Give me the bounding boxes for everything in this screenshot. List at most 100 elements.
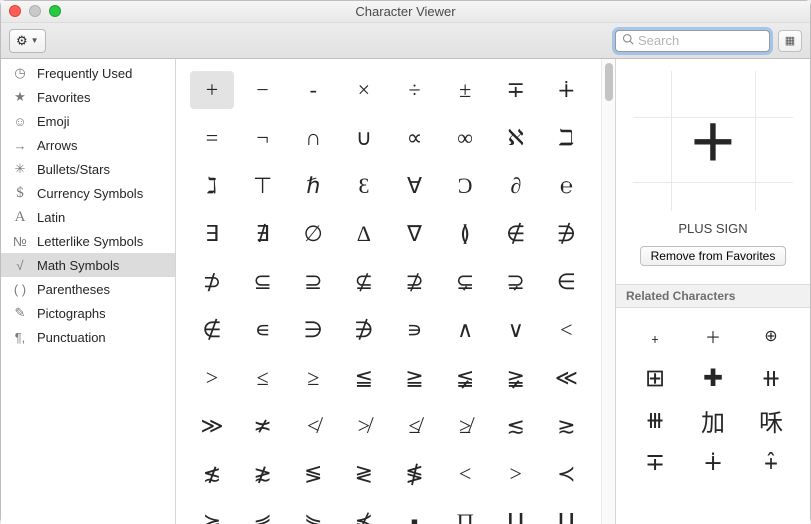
character-cell[interactable]: Ɛ [342, 167, 386, 205]
related-character-cell[interactable]: ⨣ [751, 444, 791, 480]
character-cell[interactable]: ≸ [393, 455, 437, 493]
character-cell[interactable]: ∩ [291, 119, 335, 157]
sidebar-item[interactable]: №Letterlike Symbols [1, 229, 175, 253]
character-cell[interactable]: ≱ [443, 407, 487, 445]
related-character-cell[interactable]: ∓ [635, 444, 675, 480]
remove-from-favorites-button[interactable]: Remove from Favorites [640, 246, 787, 266]
character-cell[interactable]: ∞ [443, 119, 487, 157]
sidebar-item[interactable]: →Arrows [1, 133, 175, 157]
character-cell[interactable]: ∅ [291, 215, 335, 253]
search-input[interactable] [638, 33, 763, 48]
character-cell[interactable]: ≥ [291, 359, 335, 397]
character-cell[interactable]: ∉ [494, 215, 538, 253]
toggle-view-button[interactable]: ▦ [778, 30, 802, 52]
related-character-cell[interactable]: 咊 [751, 402, 791, 438]
sidebar-item[interactable]: ( )Parentheses [1, 277, 175, 301]
related-character-cell[interactable]: ⧻ [635, 402, 675, 438]
character-cell[interactable]: ± [443, 71, 487, 109]
character-cell[interactable]: ≮ [291, 407, 335, 445]
character-cell[interactable]: ℷ [190, 167, 234, 205]
character-cell[interactable]: ⋟ [291, 503, 335, 524]
character-cell[interactable]: ≨ [443, 359, 487, 397]
character-cell[interactable]: ≤ [241, 359, 285, 397]
character-cell[interactable]: ∓ [494, 71, 538, 109]
related-character-cell[interactable]: ﹢ [635, 318, 675, 354]
character-cell[interactable]: ≭ [241, 407, 285, 445]
sidebar-item[interactable]: √Math Symbols [1, 253, 175, 277]
character-cell[interactable]: ⊤ [241, 167, 285, 205]
character-cell[interactable]: ⊉ [393, 263, 437, 301]
character-cell[interactable]: ∌ [544, 215, 588, 253]
character-cell[interactable]: ⊆ [241, 263, 285, 301]
character-cell[interactable]: ∐ [544, 503, 588, 524]
character-cell[interactable]: ⊊ [443, 263, 487, 301]
character-cell[interactable]: ¬ [241, 119, 285, 157]
character-cell[interactable]: ⋠ [342, 503, 386, 524]
character-cell[interactable]: ∔ [544, 71, 588, 109]
grid-scrollbar[interactable] [601, 59, 615, 524]
character-cell[interactable]: − [241, 71, 285, 109]
character-cell[interactable]: = [190, 119, 234, 157]
character-cell[interactable]: ∋ [291, 311, 335, 349]
related-character-cell[interactable]: ∔ [693, 444, 733, 480]
character-cell[interactable]: ⊈ [342, 263, 386, 301]
character-cell[interactable]: ≵ [241, 455, 285, 493]
character-cell[interactable]: ∄ [241, 215, 285, 253]
character-cell[interactable]: < [443, 455, 487, 493]
search-field[interactable] [615, 30, 770, 52]
character-cell[interactable]: ∀ [393, 167, 437, 205]
character-cell[interactable]: > [494, 455, 538, 493]
window-zoom-button[interactable] [49, 5, 61, 17]
character-cell[interactable]: ⋞ [241, 503, 285, 524]
character-cell[interactable]: ≩ [494, 359, 538, 397]
sidebar-item[interactable]: ◷Frequently Used [1, 61, 175, 85]
related-character-cell[interactable]: ✚ [693, 360, 733, 396]
character-cell[interactable]: ∏ [443, 503, 487, 524]
sidebar-item[interactable]: ALatin [1, 205, 175, 229]
character-cell[interactable]: < [544, 311, 588, 349]
related-character-cell[interactable]: ⊕ [751, 318, 791, 354]
sidebar-item[interactable]: $Currency Symbols [1, 181, 175, 205]
character-cell[interactable]: - [291, 71, 335, 109]
sidebar-item[interactable]: ☺Emoji [1, 109, 175, 133]
character-cell[interactable]: ∨ [494, 311, 538, 349]
character-cell[interactable]: ∇ [393, 215, 437, 253]
related-character-cell[interactable]: ＋ [693, 318, 733, 354]
character-cell[interactable]: ∃ [190, 215, 234, 253]
character-cell[interactable]: ⊇ [291, 263, 335, 301]
character-cell[interactable]: ≶ [291, 455, 335, 493]
character-cell[interactable]: ≦ [342, 359, 386, 397]
character-cell[interactable]: ≬ [443, 215, 487, 253]
character-cell[interactable]: ∍ [393, 311, 437, 349]
character-cell[interactable]: ⊅ [190, 263, 234, 301]
sidebar-item[interactable]: ✎Pictographs [1, 301, 175, 325]
character-cell[interactable]: ≫ [190, 407, 234, 445]
character-cell[interactable]: ∈ [544, 263, 588, 301]
character-cell[interactable]: × [342, 71, 386, 109]
window-minimize-button[interactable] [29, 5, 41, 17]
character-cell[interactable]: ≷ [342, 455, 386, 493]
window-close-button[interactable] [9, 5, 21, 17]
character-cell[interactable]: ≰ [393, 407, 437, 445]
character-cell[interactable]: Ɔ [443, 167, 487, 205]
character-cell[interactable]: ℮ [544, 167, 588, 205]
character-cell[interactable]: ℶ [544, 119, 588, 157]
character-cell[interactable]: ∝ [393, 119, 437, 157]
character-cell[interactable]: ≴ [190, 455, 234, 493]
character-cell[interactable]: ∂ [494, 167, 538, 205]
character-cell[interactable]: ≪ [544, 359, 588, 397]
character-cell[interactable]: ∉ [190, 311, 234, 349]
character-cell[interactable]: ∌ [342, 311, 386, 349]
character-cell[interactable]: ▪ [393, 503, 437, 524]
character-cell[interactable]: ≯ [342, 407, 386, 445]
character-cell[interactable]: ÷ [393, 71, 437, 109]
sidebar-item[interactable]: ★Favorites [1, 85, 175, 109]
character-cell[interactable]: ≲ [494, 407, 538, 445]
character-cell[interactable]: ⊋ [494, 263, 538, 301]
character-cell[interactable]: ∊ [241, 311, 285, 349]
scrollbar-thumb[interactable] [605, 63, 613, 101]
character-cell[interactable]: ∪ [342, 119, 386, 157]
character-cell[interactable]: ∧ [443, 311, 487, 349]
sidebar-item[interactable]: ¶,Punctuation [1, 325, 175, 349]
related-character-cell[interactable]: ⊞ [635, 360, 675, 396]
